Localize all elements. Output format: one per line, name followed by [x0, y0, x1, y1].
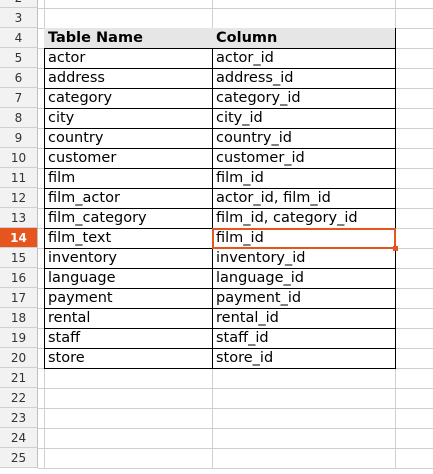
cell-table-name[interactable]: customer [44, 148, 212, 168]
cell-table-name[interactable]: actor [44, 48, 212, 68]
row-header-20[interactable]: 20 [0, 348, 38, 368]
row-header-19[interactable]: 19 [0, 328, 38, 348]
cell-table-name[interactable]: film_actor [44, 188, 212, 208]
row-header-17[interactable]: 17 [0, 288, 38, 308]
cell-column[interactable] [212, 8, 395, 28]
cell-column[interactable]: film_id [212, 168, 395, 188]
cell-column[interactable]: staff_id [212, 328, 395, 348]
cell-column[interactable]: category_id [212, 88, 395, 108]
cell-table-name[interactable] [44, 428, 212, 448]
cell-table-name[interactable] [44, 0, 212, 8]
cell-table-name[interactable]: staff [44, 328, 212, 348]
cell-table-name[interactable] [44, 448, 212, 468]
row-header-6[interactable]: 6 [0, 68, 38, 88]
cell-table-name[interactable]: country [44, 128, 212, 148]
cell-table-name[interactable] [44, 8, 212, 28]
cell-table-name[interactable]: language [44, 268, 212, 288]
row-header-18[interactable]: 18 [0, 308, 38, 328]
row-header-5[interactable]: 5 [0, 48, 38, 68]
row-header-12[interactable]: 12 [0, 188, 38, 208]
cell-table-name[interactable]: film_category [44, 208, 212, 228]
cell-column[interactable] [212, 0, 395, 8]
cell-column[interactable]: inventory_id [212, 248, 395, 268]
row-header-9[interactable]: 9 [0, 128, 38, 148]
cell-column[interactable]: address_id [212, 68, 395, 88]
cell-table-name[interactable]: film_text [44, 228, 212, 248]
row-header-10[interactable]: 10 [0, 148, 38, 168]
cell-table-name[interactable]: address [44, 68, 212, 88]
row-header-14[interactable]: 14 [0, 228, 38, 248]
cell-table-name[interactable]: city [44, 108, 212, 128]
cell-table-name[interactable] [44, 408, 212, 428]
cell-column[interactable]: payment_id [212, 288, 395, 308]
cell-table-name[interactable]: inventory [44, 248, 212, 268]
spreadsheet-grid[interactable]: 234Table NameColumn5actoractor_id6addres… [0, 0, 433, 474]
row-header-24[interactable]: 24 [0, 428, 38, 448]
row-header-2[interactable]: 2 [0, 0, 38, 8]
cell-table-name[interactable]: rental [44, 308, 212, 328]
cell-table-name[interactable] [44, 368, 212, 388]
cell-column[interactable]: country_id [212, 128, 395, 148]
cell-column[interactable]: rental_id [212, 308, 395, 328]
cell-column[interactable]: language_id [212, 268, 395, 288]
row-header-23[interactable]: 23 [0, 408, 38, 428]
row-header-22[interactable]: 22 [0, 388, 38, 408]
cell-column[interactable]: actor_id [212, 48, 395, 68]
row-header-16[interactable]: 16 [0, 268, 38, 288]
cell-table-name[interactable]: film [44, 168, 212, 188]
cell-column[interactable]: film_id [212, 228, 395, 248]
cell-column[interactable]: store_id [212, 348, 395, 368]
row-header-3[interactable]: 3 [0, 8, 38, 28]
cell-column[interactable] [212, 428, 395, 448]
cell-table-name[interactable]: payment [44, 288, 212, 308]
row-header-13[interactable]: 13 [0, 208, 38, 228]
row-header-8[interactable]: 8 [0, 108, 38, 128]
cell-column[interactable]: customer_id [212, 148, 395, 168]
cell-column[interactable]: actor_id, film_id [212, 188, 395, 208]
autofill-handle[interactable] [393, 246, 398, 251]
cell-column[interactable] [212, 408, 395, 428]
row-header-4[interactable]: 4 [0, 28, 38, 48]
cell-column[interactable] [212, 448, 395, 468]
row-header-11[interactable]: 11 [0, 168, 38, 188]
row-header-7[interactable]: 7 [0, 88, 38, 108]
cell-column[interactable] [212, 368, 395, 388]
cell-column[interactable] [212, 388, 395, 408]
cell-table-name[interactable] [44, 388, 212, 408]
cell-table-name[interactable]: category [44, 88, 212, 108]
column-header-column[interactable]: Column [212, 28, 395, 48]
row-header-15[interactable]: 15 [0, 248, 38, 268]
row-header-25[interactable]: 25 [0, 448, 38, 468]
cell-column[interactable]: city_id [212, 108, 395, 128]
row-header-21[interactable]: 21 [0, 368, 38, 388]
column-header-table-name[interactable]: Table Name [44, 28, 212, 48]
cell-table-name[interactable]: store [44, 348, 212, 368]
cell-column[interactable]: film_id, category_id [212, 208, 395, 228]
